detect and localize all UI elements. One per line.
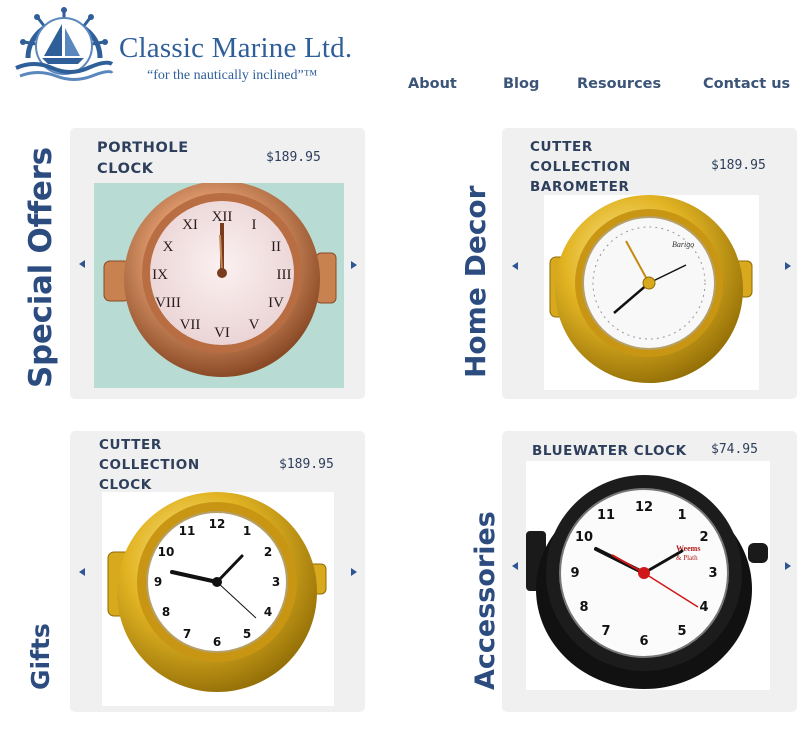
next-arrow-icon[interactable] [351,261,357,269]
product-name[interactable]: BLUEWATER CLOCK [532,441,687,461]
svg-text:III: III [277,267,292,283]
svg-text:3: 3 [708,566,717,581]
svg-text:2: 2 [264,545,272,559]
product-image[interactable]: 12 1 2 3 4 5 6 7 8 9 10 11 Weems & Plath [526,461,770,690]
svg-text:11: 11 [597,508,615,523]
svg-text:X: X [163,239,174,255]
barometer-image: Barigo [549,195,753,383]
product-name[interactable]: CUTTER COLLECTION BAROMETER [530,137,631,197]
svg-text:8: 8 [579,600,588,615]
svg-text:IX: IX [152,267,168,283]
svg-text:XII: XII [212,209,233,225]
product-name[interactable]: PORTHOLE CLOCK [97,138,189,180]
product-price: $189.95 [266,150,321,165]
section-heading-accessories[interactable]: Accessories [470,511,501,690]
svg-text:12: 12 [209,517,226,531]
svg-text:4: 4 [264,605,272,619]
logo[interactable]: Classic Marine Ltd. “for the nautically … [14,6,394,86]
svg-text:Barigo: Barigo [672,240,694,249]
product-price: $189.95 [711,158,766,173]
next-arrow-icon[interactable] [351,568,357,576]
svg-text:12: 12 [635,500,653,515]
product-card-porthole-clock[interactable]: PORTHOLE CLOCK $189.95 XII I II III IV V… [70,128,365,399]
svg-text:V: V [249,317,260,333]
svg-text:9: 9 [154,575,162,589]
svg-text:VII: VII [180,317,201,333]
next-arrow-icon[interactable] [785,562,791,570]
svg-text:3: 3 [272,575,280,589]
svg-text:IV: IV [268,295,284,311]
product-image[interactable]: Barigo [544,195,759,390]
nav-link-about[interactable]: About [408,76,457,92]
svg-text:10: 10 [575,530,593,545]
product-image[interactable]: 12 1 2 3 4 5 6 7 8 9 10 11 [102,492,334,706]
next-arrow-icon[interactable] [785,262,791,270]
svg-text:XI: XI [182,217,198,233]
bluewater-clock-image: 12 1 2 3 4 5 6 7 8 9 10 11 Weems & Plath [526,475,768,689]
svg-text:11: 11 [179,524,196,538]
section-heading-special-offers[interactable]: Special Offers [23,147,59,388]
svg-text:I: I [252,217,257,233]
nav-link-blog[interactable]: Blog [503,76,539,92]
svg-text:10: 10 [158,545,175,559]
previous-arrow-icon[interactable] [512,262,518,270]
product-image[interactable]: XII I II III IV V VI VII VIII IX X XI [94,183,344,388]
brass-porthole-clock-image: 12 1 2 3 4 5 6 7 8 9 10 11 [107,492,327,692]
svg-text:5: 5 [243,627,251,641]
main-nav: About Blog Resources Contact us [0,76,800,96]
svg-text:7: 7 [183,627,191,641]
svg-text:9: 9 [570,566,579,581]
svg-text:6: 6 [213,635,221,649]
svg-text:1: 1 [677,508,686,523]
svg-text:8: 8 [162,605,170,619]
product-name[interactable]: CUTTER COLLECTION CLOCK [99,435,200,495]
product-price: $74.95 [711,442,758,457]
svg-text:VIII: VIII [155,295,181,311]
section-heading-home-decor[interactable]: Home Decor [459,186,492,378]
svg-text:4: 4 [699,600,708,615]
product-card-bluewater-clock[interactable]: BLUEWATER CLOCK $74.95 12 1 2 3 4 5 6 7 … [502,431,797,712]
previous-arrow-icon[interactable] [512,562,518,570]
svg-text:II: II [271,239,281,255]
brand-name: Classic Marine Ltd. [119,32,353,64]
porthole-clock-image: XII I II III IV V VI VII VIII IX X XI [103,183,337,377]
nav-link-resources[interactable]: Resources [577,76,661,92]
previous-arrow-icon[interactable] [79,260,85,268]
svg-text:VI: VI [214,325,230,341]
previous-arrow-icon[interactable] [79,568,85,576]
svg-text:2: 2 [699,530,708,545]
nav-link-contact-us[interactable]: Contact us [703,76,790,92]
product-price: $189.95 [279,457,334,472]
ship-wheel-logo-icon [15,7,114,81]
svg-text:6: 6 [639,634,648,649]
svg-text:& Plath: & Plath [676,554,698,562]
svg-text:5: 5 [677,624,686,639]
svg-text:1: 1 [243,524,251,538]
section-heading-gifts[interactable]: Gifts [26,623,55,690]
product-card-cutter-collection-barometer[interactable]: CUTTER COLLECTION BAROMETER $189.95 Bari… [502,128,797,399]
product-card-cutter-collection-clock[interactable]: CUTTER COLLECTION CLOCK $189.95 12 1 2 3… [70,431,365,712]
svg-text:7: 7 [601,624,610,639]
